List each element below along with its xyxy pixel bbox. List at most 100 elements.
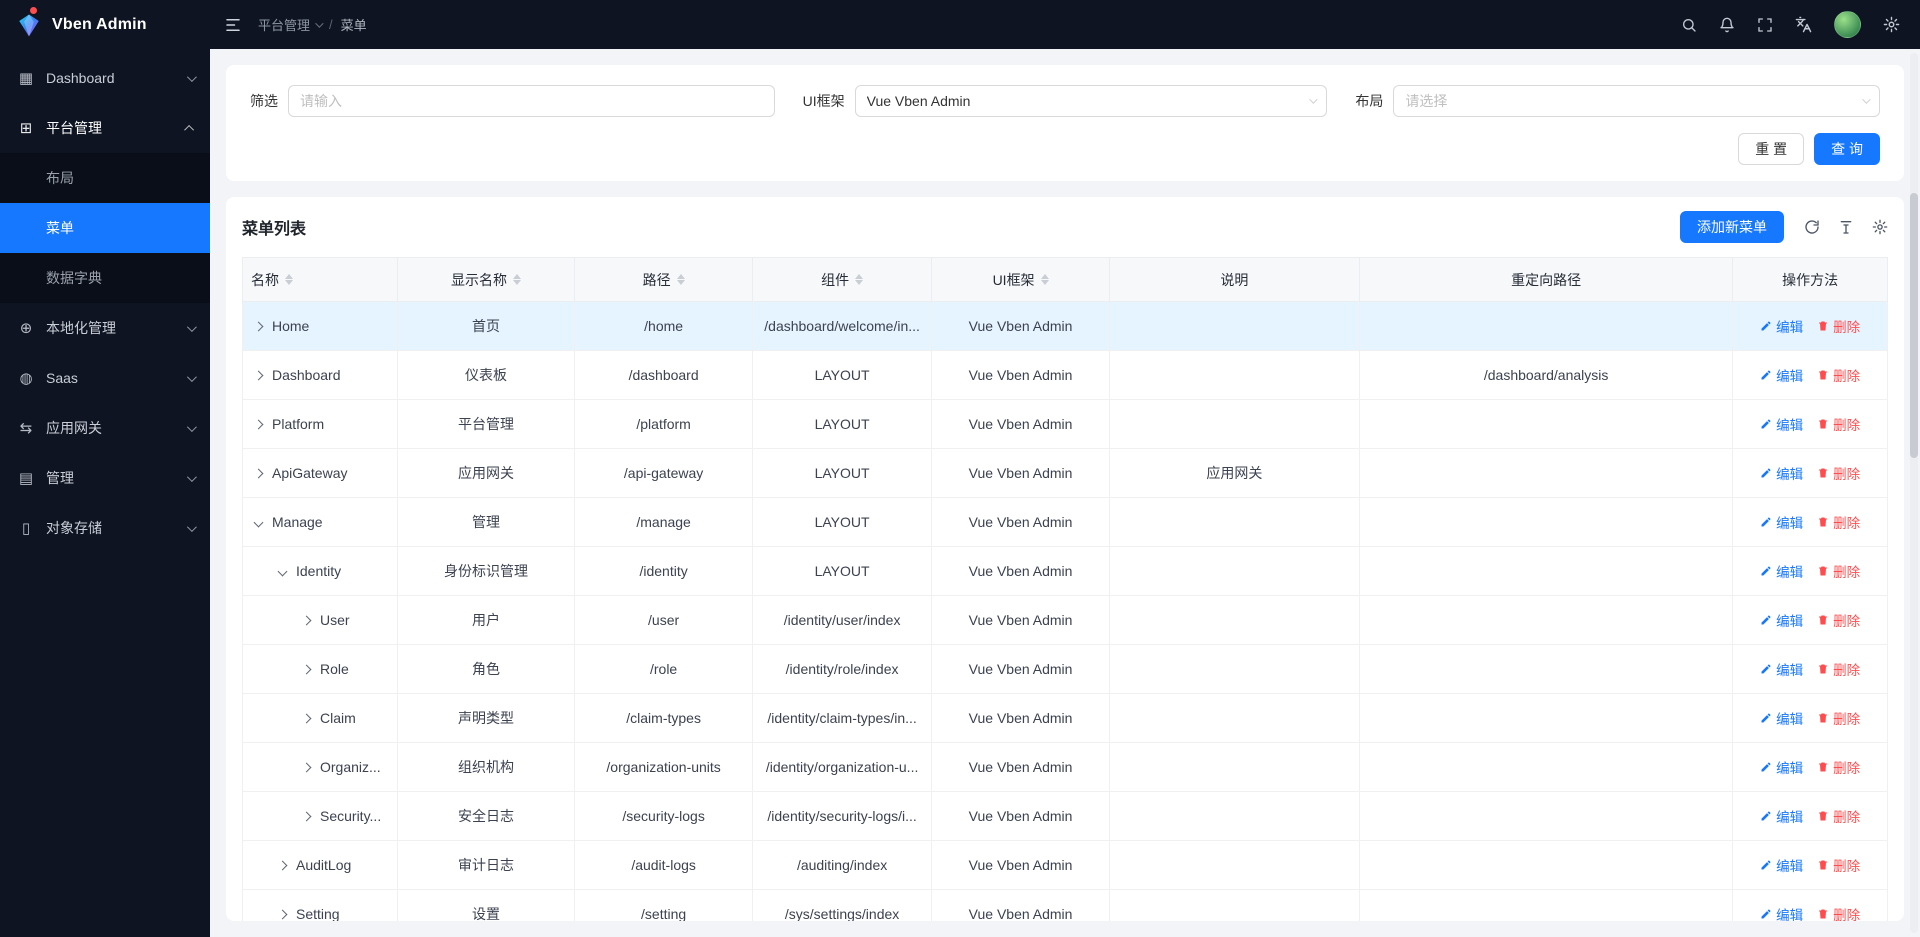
row-name: Organiz...	[320, 759, 381, 775]
fullscreen-icon[interactable]	[1757, 17, 1773, 33]
delete-link[interactable]: 删除	[1817, 512, 1860, 532]
cell-actions: 编辑删除	[1733, 400, 1888, 449]
settings-gear-icon[interactable]	[1883, 16, 1900, 33]
sidebar-subitem[interactable]: 菜单	[0, 203, 210, 253]
delete-link[interactable]: 删除	[1817, 659, 1860, 679]
logo[interactable]: Vben Admin	[0, 0, 210, 49]
edit-link[interactable]: 编辑	[1760, 659, 1803, 679]
edit-link[interactable]: 编辑	[1760, 512, 1803, 532]
row-height-icon[interactable]	[1838, 219, 1854, 235]
filter-keyword-input[interactable]	[288, 85, 775, 117]
cell-name: Role	[243, 645, 398, 694]
table-title: 菜单列表	[242, 215, 306, 239]
scrollbar-thumb[interactable]	[1910, 193, 1918, 458]
translate-icon[interactable]	[1795, 16, 1812, 33]
edit-link[interactable]: 编辑	[1760, 757, 1803, 777]
edit-link[interactable]: 编辑	[1760, 316, 1803, 336]
search-icon[interactable]	[1681, 17, 1697, 33]
query-button[interactable]: 查 询	[1814, 133, 1880, 165]
row-expand-icon[interactable]	[254, 419, 264, 429]
column-header[interactable]: 组件	[752, 258, 931, 302]
delete-link[interactable]: 删除	[1817, 316, 1860, 336]
sidebar-subitem[interactable]: 布局	[0, 153, 210, 203]
cell-path: /organization-units	[575, 743, 753, 792]
column-header[interactable]: UI框架	[932, 258, 1110, 302]
delete-link[interactable]: 删除	[1817, 757, 1860, 777]
delete-link[interactable]: 删除	[1817, 463, 1860, 483]
row-expand-icon[interactable]	[302, 615, 312, 625]
sidebar-item[interactable]: ▦Dashboard	[0, 53, 210, 103]
breadcrumb-current: 菜单	[341, 15, 367, 34]
cell-display-name: 平台管理	[397, 400, 575, 449]
sidebar-item[interactable]: ◍Saas	[0, 353, 210, 403]
edit-link[interactable]: 编辑	[1760, 806, 1803, 826]
delete-link[interactable]: 删除	[1817, 561, 1860, 581]
add-menu-button[interactable]: 添加新菜单	[1680, 211, 1784, 243]
avatar[interactable]	[1834, 11, 1861, 38]
column-header-label: 操作方法	[1782, 270, 1838, 290]
pencil-icon	[1760, 810, 1772, 822]
row-expand-icon[interactable]	[278, 909, 288, 919]
row-expand-icon[interactable]	[254, 468, 264, 478]
column-settings-gear-icon[interactable]	[1872, 219, 1888, 235]
row-expand-icon[interactable]	[278, 860, 288, 870]
sidebar-subitem[interactable]: 数据字典	[0, 253, 210, 303]
sidebar-item[interactable]: ⇆应用网关	[0, 403, 210, 453]
sidebar-item[interactable]: ▤管理	[0, 453, 210, 503]
column-header[interactable]: 名称	[243, 258, 398, 302]
delete-link[interactable]: 删除	[1817, 708, 1860, 728]
row-expand-icon[interactable]	[302, 664, 312, 674]
cell-description	[1109, 498, 1359, 547]
row-name: Role	[320, 661, 349, 677]
row-expand-icon[interactable]	[254, 321, 264, 331]
bell-icon[interactable]	[1719, 17, 1735, 33]
delete-link[interactable]: 删除	[1817, 610, 1860, 630]
edit-link[interactable]: 编辑	[1760, 463, 1803, 483]
edit-link[interactable]: 编辑	[1760, 904, 1803, 921]
refresh-icon[interactable]	[1804, 219, 1820, 235]
sidebar-collapse-icon[interactable]	[224, 16, 242, 34]
column-header[interactable]: 显示名称	[397, 258, 575, 302]
edit-link[interactable]: 编辑	[1760, 561, 1803, 581]
cell-component: LAYOUT	[752, 400, 931, 449]
sidebar-item[interactable]: ⊞平台管理	[0, 103, 210, 153]
layout-select[interactable]: 请选择	[1393, 85, 1880, 117]
cell-redirect	[1359, 302, 1732, 351]
breadcrumb: 平台管理 / 菜单	[258, 15, 367, 34]
vertical-scrollbar[interactable]	[1910, 53, 1918, 933]
app-title: Vben Admin	[52, 16, 147, 34]
delete-link[interactable]: 删除	[1817, 855, 1860, 875]
breadcrumb-parent[interactable]: 平台管理	[258, 15, 321, 34]
manage-icon: ▤	[16, 469, 36, 487]
cell-description	[1109, 841, 1359, 890]
edit-link[interactable]: 编辑	[1760, 610, 1803, 630]
delete-link[interactable]: 删除	[1817, 806, 1860, 826]
sort-icon	[513, 274, 521, 285]
delete-link[interactable]: 删除	[1817, 414, 1860, 434]
edit-link[interactable]: 编辑	[1760, 855, 1803, 875]
pencil-icon	[1760, 859, 1772, 871]
reset-button[interactable]: 重 置	[1738, 133, 1804, 165]
delete-link[interactable]: 删除	[1817, 365, 1860, 385]
row-expand-icon[interactable]	[278, 566, 288, 576]
framework-select[interactable]: Vue Vben Admin	[855, 85, 1328, 117]
column-header: 说明	[1109, 258, 1359, 302]
table-row: Setting设置/setting/sys/settings/indexVue …	[243, 890, 1888, 922]
sidebar-item[interactable]: ▯对象存储	[0, 503, 210, 553]
row-expand-icon[interactable]	[254, 370, 264, 380]
cell-display-name: 仪表板	[397, 351, 575, 400]
edit-link[interactable]: 编辑	[1760, 708, 1803, 728]
row-name: Claim	[320, 710, 356, 726]
cell-actions: 编辑删除	[1733, 645, 1888, 694]
edit-link[interactable]: 编辑	[1760, 365, 1803, 385]
row-expand-icon[interactable]	[302, 713, 312, 723]
edit-link[interactable]: 编辑	[1760, 414, 1803, 434]
row-expand-icon[interactable]	[302, 811, 312, 821]
sidebar-item[interactable]: ⊕本地化管理	[0, 303, 210, 353]
gateway-icon: ⇆	[16, 419, 36, 437]
row-expand-icon[interactable]	[254, 517, 264, 527]
cell-description	[1109, 890, 1359, 922]
column-header[interactable]: 路径	[575, 258, 753, 302]
row-expand-icon[interactable]	[302, 762, 312, 772]
delete-link[interactable]: 删除	[1817, 904, 1860, 921]
